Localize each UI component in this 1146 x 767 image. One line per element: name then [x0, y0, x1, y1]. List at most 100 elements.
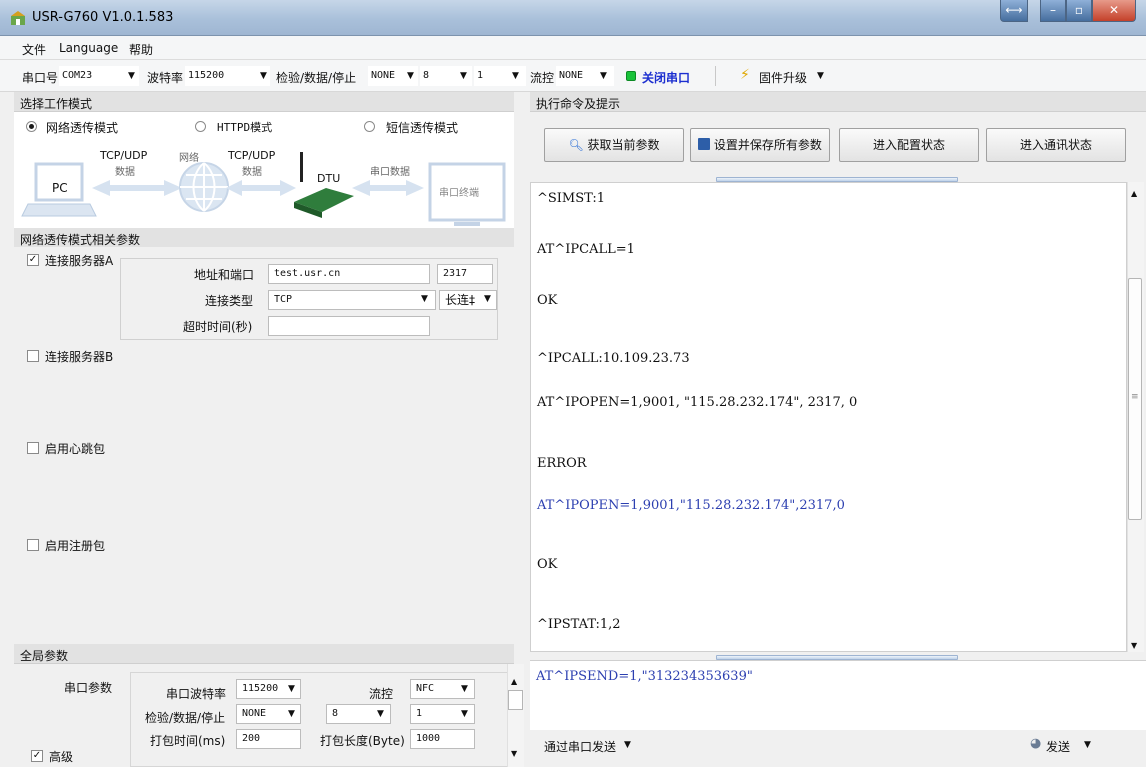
timeout-label: 超时时间(秒) [183, 320, 253, 334]
console-output[interactable]: ^SIMST:1 AT^IPCALL=1 OK ^IPCALL:10.109.2… [530, 182, 1127, 652]
addr-label: 地址和端口 [194, 268, 255, 282]
baud-value: 115200 [188, 70, 225, 81]
toolbar-divider [715, 66, 716, 86]
save-params-label: 设置并保存所有参数 [713, 138, 822, 152]
chevron-down-icon: ▼ [421, 294, 428, 304]
global-flow-value: NFC [416, 683, 435, 694]
magnifier-icon: 🔍︎ [568, 138, 584, 152]
diagram-pc-label: PC [52, 181, 68, 195]
dtu-antenna [300, 152, 303, 182]
serverB-checkbox[interactable] [27, 350, 39, 362]
serverB-label: 连接服务器B [45, 350, 114, 364]
scroll-down-icon[interactable]: ▼ [1131, 641, 1137, 650]
restore-icon[interactable]: ⟷ [1000, 0, 1028, 22]
chevron-down-icon: ▼ [624, 740, 631, 750]
baud-select[interactable]: 115200 [185, 66, 270, 86]
command-button-bar: 🔍︎ 获取当前参数 设置并保存所有参数 进入配置状态 进入通讯状态 [530, 112, 1146, 180]
arrow-dtu-serial [352, 180, 424, 196]
heartbeat-label: 启用心跳包 [45, 442, 106, 456]
console-line: AT^IPCALL=1 [537, 242, 635, 257]
send-button[interactable]: 发送 [1046, 738, 1070, 755]
diagram-serial-data-label: 串口数据 [370, 167, 410, 178]
menu-language[interactable]: Language [59, 41, 118, 55]
chevron-down-icon: ▼ [288, 684, 295, 694]
heartbeat-checkbox[interactable] [27, 442, 39, 454]
port-select[interactable]: COM23 [59, 66, 139, 86]
diagram-serial-terminal-label: 串口终端 [439, 188, 479, 199]
parity-value: NONE [371, 70, 396, 81]
chevron-down-icon: ▼ [512, 71, 519, 81]
mode-option-label: 网络透传模式 [46, 121, 119, 135]
pack-len-input[interactable]: 1000 [410, 729, 475, 749]
chevron-down-icon: ▼ [288, 709, 295, 719]
send-via-dropdown[interactable]: 通过串口发送 [544, 738, 616, 755]
timeout-input[interactable] [268, 316, 430, 336]
close-port-button[interactable]: 关闭串口 [642, 69, 690, 86]
mode-section-header: 选择工作模式 [14, 92, 514, 112]
serverA-label: 连接服务器A [45, 254, 114, 268]
enter-config-label: 进入配置状态 [872, 138, 945, 152]
global-parity-value: NONE [242, 708, 267, 719]
maximize-button[interactable]: ▫ [1066, 0, 1092, 22]
diagram-data-label: 数据 [242, 167, 262, 178]
save-icon [698, 138, 711, 150]
menu-file[interactable]: 文件 [22, 41, 46, 58]
chevron-down-icon: ▼ [817, 71, 824, 81]
send-input[interactable]: AT^IPSEND=1,"313234353639" [530, 660, 1146, 730]
diagram-data-label: 数据 [115, 167, 135, 178]
addr-input[interactable]: test.usr.cn [268, 264, 430, 284]
register-label: 启用注册包 [45, 539, 106, 553]
serial-params-label: 串口参数 [64, 681, 113, 695]
chevron-down-icon: ▼ [377, 709, 384, 719]
serverA-checkbox[interactable]: ✓ [27, 254, 39, 266]
save-params-button[interactable]: 设置并保存所有参数 [690, 128, 830, 162]
radio-net-transparent[interactable] [26, 121, 37, 132]
radio-sms[interactable] [364, 121, 375, 132]
serial-terminal-stand [454, 222, 480, 226]
enter-comm-label: 进入通讯状态 [1019, 138, 1092, 152]
console-line: ^IPSTAT:1,2 [537, 617, 621, 632]
console-line: OK [537, 293, 558, 308]
console-line-sent: AT^IPOPEN=1,9001,"115.28.232.174",2317,0 [537, 498, 845, 513]
firmware-upgrade-button[interactable]: 固件升级 [759, 69, 807, 86]
minimize-button[interactable]: – [1040, 0, 1066, 22]
pack-len-label: 打包长度(Byte) [320, 734, 405, 748]
console-line: ^IPCALL:10.109.23.73 [537, 351, 690, 366]
advanced-checkbox[interactable]: ✓ [31, 750, 43, 762]
console-line: AT^IPOPEN=1,9001, "115.28.232.174", 2317… [537, 395, 858, 410]
pack-time-input[interactable]: 200 [236, 729, 301, 749]
title-bar: USR-G760 V1.0.1.583 ⟷ – ▫ ✕ [0, 0, 1146, 36]
get-params-button[interactable]: 🔍︎ 获取当前参数 [544, 128, 684, 162]
chevron-down-icon: ▼ [600, 71, 607, 81]
scroll-down-icon[interactable]: ▼ [511, 749, 517, 758]
global-stop-value: 1 [416, 708, 423, 719]
right-section-header: 执行命令及提示 [530, 92, 1146, 112]
mode-option-label: 短信透传模式 [386, 121, 459, 135]
menu-help[interactable]: 帮助 [129, 41, 153, 58]
mode-option-label: HTTPD模式 [217, 121, 273, 134]
close-button[interactable]: ✕ [1092, 0, 1136, 22]
enter-config-button[interactable]: 进入配置状态 [839, 128, 979, 162]
window-title: USR-G760 V1.0.1.583 [32, 10, 174, 25]
scroll-up-icon[interactable]: ▲ [511, 677, 517, 686]
scroll-up-icon[interactable]: ▲ [1131, 189, 1137, 198]
pc-keyboard [21, 203, 97, 217]
global-section-header: 全局参数 [14, 644, 514, 664]
radio-httpd[interactable] [195, 121, 206, 132]
get-params-label: 获取当前参数 [587, 138, 660, 152]
conn-type-select[interactable]: TCP [268, 290, 436, 310]
enter-comm-button[interactable]: 进入通讯状态 [986, 128, 1126, 162]
chevron-down-icon: ▼ [1084, 740, 1091, 750]
console-line: OK [537, 557, 558, 572]
net-section-header: 网络透传模式相关参数 [14, 228, 514, 248]
send-icon: ◕ [1030, 736, 1042, 751]
register-checkbox[interactable] [27, 539, 39, 551]
global-flow-label: 流控 [369, 687, 394, 701]
diagram-network-label: 网络 [179, 153, 199, 164]
pack-len-value: 1000 [416, 733, 441, 744]
check-label: 检验/数据/停止 [276, 71, 357, 85]
global-baud-label: 串口波特率 [166, 687, 227, 701]
advanced-label: 高级 [49, 750, 74, 764]
global-scroll-thumb[interactable] [508, 690, 523, 710]
port-input[interactable]: 2317 [437, 264, 493, 284]
